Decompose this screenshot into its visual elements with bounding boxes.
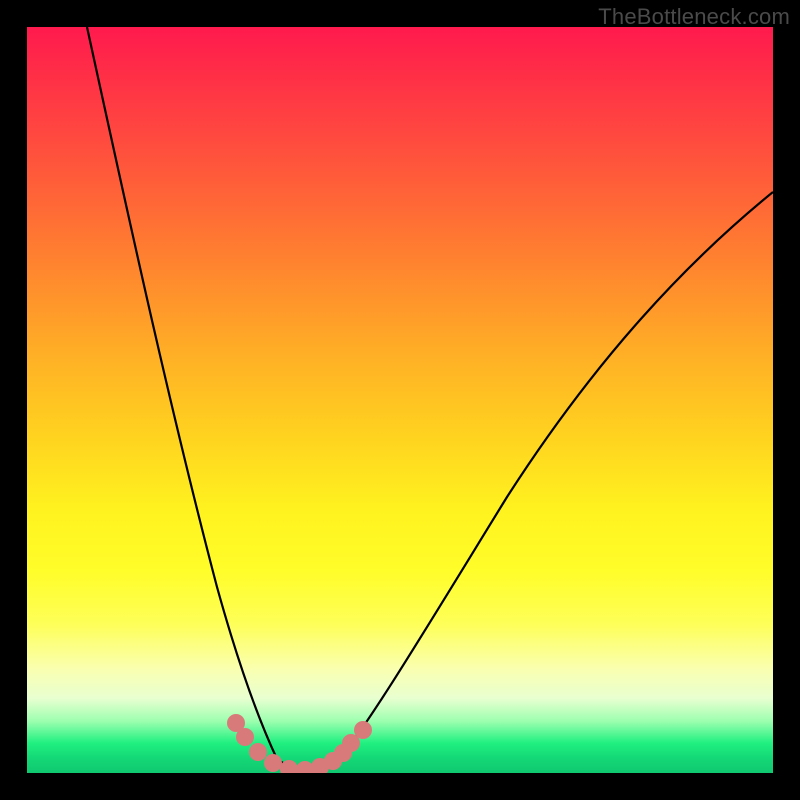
bottleneck-curve-svg — [27, 27, 773, 773]
chart-frame: TheBottleneck.com — [0, 0, 800, 800]
plot-area — [27, 27, 773, 773]
marker-dot — [249, 743, 267, 761]
curve-group — [87, 27, 773, 768]
right-ascent-curve — [339, 192, 773, 759]
marker-dot — [236, 728, 254, 746]
marker-dot — [264, 754, 282, 772]
watermark-text: TheBottleneck.com — [598, 4, 790, 30]
marker-dots-group — [227, 714, 372, 773]
marker-dot — [354, 721, 372, 739]
left-descent-curve — [87, 27, 277, 759]
